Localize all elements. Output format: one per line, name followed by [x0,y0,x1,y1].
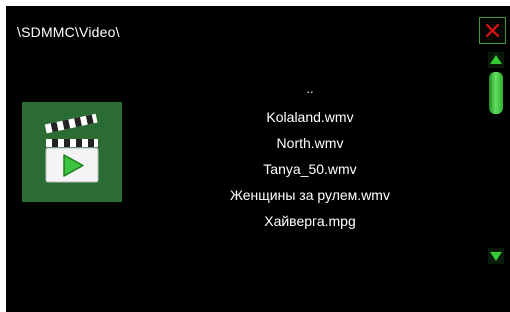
file-list: .. Kolaland.wmv North.wmv Tanya_50.wmv Ж… [190,78,430,234]
list-item-file[interactable]: Tanya_50.wmv [190,156,430,182]
scroll-up-button[interactable] [488,52,504,68]
list-item-file[interactable]: Женщины за рулем.wmv [190,182,430,208]
triangle-up-icon [488,52,504,68]
triangle-down-icon [488,248,504,264]
list-item-parent-directory[interactable]: .. [190,78,430,104]
video-category-tile [22,102,122,202]
current-path: \SDMMC\Video\ [17,24,120,40]
close-button[interactable] [479,17,506,44]
scroll-down-button[interactable] [488,248,504,264]
vertical-scrollbar[interactable] [486,52,506,270]
scroll-thumb[interactable] [489,72,503,114]
list-item-file[interactable]: Kolaland.wmv [190,104,430,130]
file-browser-screen: \SDMMC\Video\ .. Kolaland.wmv North.wmv … [6,6,510,312]
video-clapperboard-icon [44,113,99,183]
list-item-file[interactable]: North.wmv [190,130,430,156]
list-item-file[interactable]: Хайверга.mpg [190,208,430,234]
close-icon [485,23,500,38]
